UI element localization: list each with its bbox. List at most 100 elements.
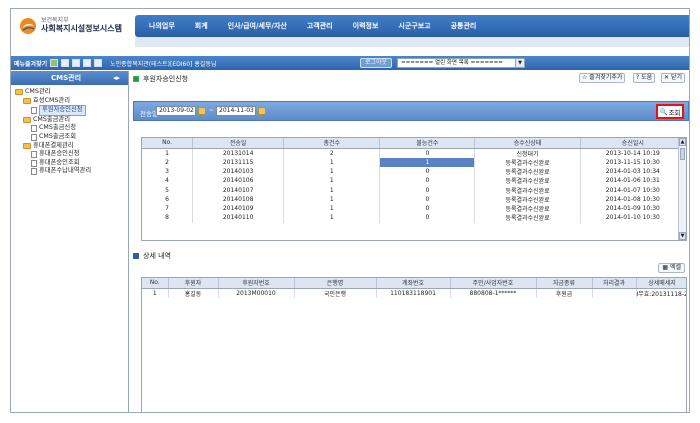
application-table: No. 전송일 총건수 불능건수 승수신상태 승신일시 1 20131014 2 0 신청대기 20…: [142, 138, 687, 223]
document-icon: [31, 133, 37, 141]
column-header[interactable]: 승신일시: [580, 138, 687, 149]
close-button[interactable]: ✕ 닫기: [661, 73, 685, 83]
column-header[interactable]: 불능건수: [379, 138, 476, 149]
sidebar-item[interactable]: CMS출금조회: [15, 133, 124, 142]
menu-tree: CMS관리 효성CMS관리 후원자승인신청 CMS출금관리 CMS출금신청 CMS출금조회…: [11, 85, 128, 179]
sidebar-item[interactable]: CMS출금신청: [15, 124, 124, 133]
submenu-strip: [135, 37, 689, 47]
query-button[interactable]: 🔍 조회: [656, 104, 684, 119]
column-header[interactable]: 상세메세지: [636, 278, 686, 289]
table-row[interactable]: 6 20140108 1 0 등록결과수신완료 2014-01-08 10:30: [142, 194, 687, 204]
date-to-input[interactable]: 2014-11-03: [216, 106, 256, 116]
table-cell: 2014-01-07 10:30: [580, 185, 687, 195]
table-row[interactable]: 8 20140110 1 0 등록결과수신완료 2014-01-10 10:30: [142, 213, 687, 223]
menu-item[interactable]: 시군구보고: [398, 21, 430, 31]
column-header[interactable]: 계좌번호: [376, 278, 451, 289]
table-row[interactable]: 2 20131115 1 1 등록결과수신완료 2013-11-15 10:30: [142, 157, 687, 167]
menu-item[interactable]: 공통관리: [451, 21, 477, 31]
scroll-down-icon[interactable]: ▼: [679, 232, 686, 240]
sidebar-item-label: 휴대폰결제관리: [33, 141, 74, 149]
excel-button[interactable]: ▦ 엑셀: [658, 263, 685, 273]
sidebar-item[interactable]: 효성CMS관리: [15, 97, 124, 106]
table-row[interactable]: 5 20140107 1 0 등록결과수신완료 2014-01-07 10:30: [142, 185, 687, 195]
column-header[interactable]: No.: [142, 138, 194, 149]
table-cell: 등록결과수신완료: [474, 203, 581, 214]
application-grid: No. 전송일 총건수 불능건수 승수신상태 승신일시 1 20131014 2 0 신청대기 20…: [141, 137, 687, 241]
table-cell: 20140108: [192, 194, 285, 204]
folder-icon: [23, 142, 31, 149]
toolbar: 메뉴즐겨찾기 노인종합복지관(테스트)[EDI60] 홍길동님 로그아웃 ===…: [11, 56, 689, 70]
sidebar-title: CMS관리 ◂▸: [11, 71, 128, 85]
table-cell: 2014-01-08 10:30: [580, 194, 687, 204]
calendar-icon[interactable]: [198, 107, 206, 115]
table-cell: 1: [283, 176, 381, 186]
favorites-label[interactable]: 메뉴즐겨찾기: [14, 59, 47, 68]
column-header[interactable]: No.: [142, 278, 169, 289]
column-header[interactable]: 승수신상태: [474, 138, 581, 149]
sidebar-item[interactable]: 휴대폰수납내역관리: [15, 167, 124, 176]
menu-item[interactable]: 인사/급여/세무/자산: [228, 21, 287, 31]
window-icon-4[interactable]: [94, 59, 103, 67]
table-cell: 20140109: [192, 203, 285, 214]
window-icon-3[interactable]: [83, 59, 92, 67]
column-header[interactable]: 후원자: [168, 278, 219, 289]
table-cell: 후원금: [536, 288, 593, 298]
sidebar-item[interactable]: 휴대폰승인신청: [15, 150, 124, 159]
table-cell: [592, 288, 637, 298]
help-button[interactable]: ? 도움: [633, 73, 656, 83]
menu-item[interactable]: 고객관리: [307, 21, 333, 31]
column-header[interactable]: 처리결과: [592, 278, 637, 289]
table-cell: 1: [379, 157, 476, 167]
table-row[interactable]: 7 20140109 1 0 등록결과수신완료 2014-01-09 10:30: [142, 203, 687, 214]
table-cell: 2: [142, 157, 194, 167]
pin-icon[interactable]: ◂▸: [113, 74, 120, 82]
window-icon[interactable]: [61, 59, 70, 67]
favorites-toggle-icon[interactable]: [50, 59, 59, 67]
date-from-input[interactable]: 2013-09-02: [156, 106, 196, 116]
sidebar-item[interactable]: 휴대폰결제관리: [15, 142, 124, 151]
table-cell: 등록결과수신완료: [474, 166, 581, 177]
search-bar: 전송일 2013-09-02 ~ 2014-11-03 🔍 조회: [133, 101, 689, 121]
table-cell: 2013-10-14 10:19: [580, 148, 687, 158]
table-row[interactable]: 3 20140103 1 0 등록결과수신완료 2014-01-03 10:34: [142, 166, 687, 177]
table-cell: 1: [283, 213, 381, 223]
column-header[interactable]: 은행명: [294, 278, 377, 289]
table-cell: 1: [283, 185, 381, 195]
column-header[interactable]: 총건수: [283, 138, 381, 149]
table-cell: 1: [283, 166, 381, 177]
table-cell: 1: [283, 194, 381, 204]
scroll-thumb[interactable]: [680, 148, 685, 160]
detail-table: No. 후원자 후원자번호 은행명 계좌번호 주민/사업자번호 자금종류 처리결과 상세메세지 …: [142, 278, 686, 298]
grid-scrollbar[interactable]: ▲ ▼: [678, 138, 686, 240]
table-cell: 2013-11-15 10:30: [580, 157, 687, 167]
table-row[interactable]: 4 20140106 1 0 등록결과수신완료 2014-01-06 10:31: [142, 176, 687, 186]
document-icon: [31, 125, 37, 133]
document-icon: [31, 150, 37, 158]
chevron-down-icon[interactable]: ▼: [515, 59, 524, 67]
table-cell: 신청대기: [474, 148, 581, 158]
sidebar-item[interactable]: CMS관리: [15, 88, 124, 97]
sidebar-item-label: 휴대폰승인신청: [39, 150, 80, 158]
table-row[interactable]: 1 홍길동 2013M00010 국민은행 110183118901 880808-1**…: [142, 288, 686, 298]
scroll-up-icon[interactable]: ▲: [679, 138, 686, 146]
column-header[interactable]: 전송일: [192, 138, 285, 149]
open-screens-select[interactable]: ======= 열린 화면 목록 ======= ▼: [397, 58, 525, 68]
main-menu: 나의업무 회계 인사/급여/세무/자산 고객관리 이력정보 시군구보고 공통관리: [135, 15, 689, 37]
table-cell: 20140106: [192, 176, 285, 186]
logout-button[interactable]: 로그아웃: [360, 58, 393, 68]
page-title: 후원자승인신청: [143, 75, 189, 83]
column-header[interactable]: 자금종류: [536, 278, 593, 289]
add-favorite-button[interactable]: ☆ 즐겨찾기추가: [579, 73, 626, 83]
table-row[interactable]: 1 20131014 2 0 신청대기 2013-10-14 10:19: [142, 148, 687, 158]
column-header[interactable]: 주민/사업자번호: [450, 278, 537, 289]
menu-item[interactable]: 나의업무: [149, 21, 175, 31]
menu-item[interactable]: 회계: [195, 21, 208, 31]
column-header[interactable]: 후원자번호: [218, 278, 295, 289]
menu-item[interactable]: 이력정보: [353, 21, 379, 31]
sidebar-item[interactable]: 후원자승인신청: [15, 105, 124, 116]
folder-icon: [23, 117, 31, 124]
calendar-icon-2[interactable]: [258, 107, 266, 115]
add-favorite-label: 즐겨찾기추가: [589, 74, 623, 81]
table-cell: 등록결과수신완료: [474, 194, 581, 204]
window-icon-2[interactable]: [72, 59, 81, 67]
